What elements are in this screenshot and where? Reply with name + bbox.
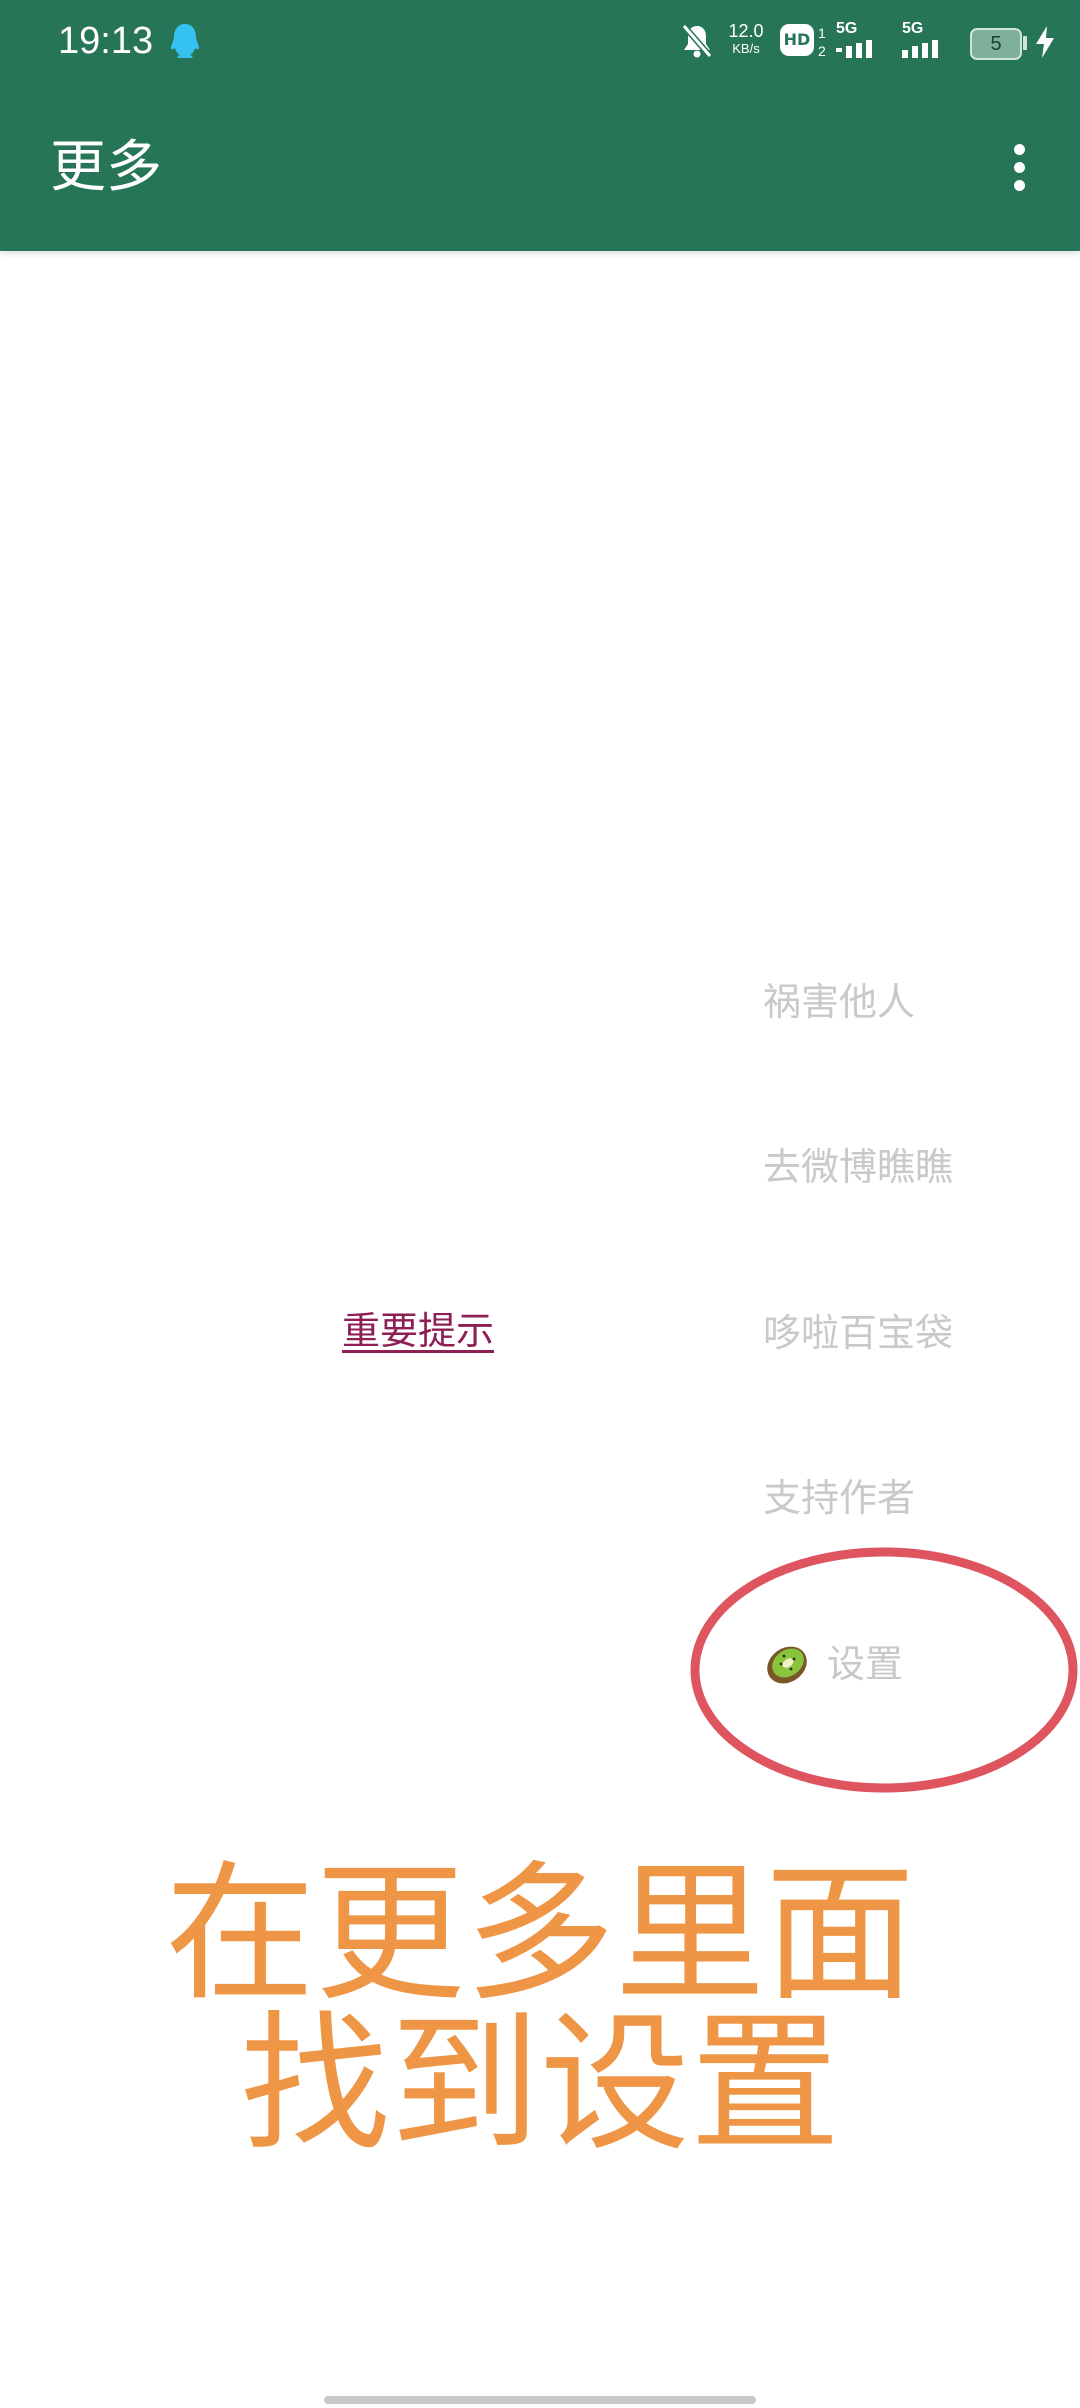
signal-bars-icon [902,40,938,58]
hd-icon: HD [780,24,814,56]
status-icons: 12.0 KB/s HD 1 2 5G 5G 5 [640,0,1080,84]
signal-bars-icon [836,40,872,58]
status-time: 19:13 [58,20,154,62]
menu-item-weibo[interactable]: 去微博瞧瞧 [763,1139,953,1195]
sim2-network-type: 5G [902,20,924,37]
battery-level: 5 [990,33,1002,55]
sim-slot-numbers-icon: 1 2 [818,25,826,58]
charging-bolt-icon [1036,26,1054,58]
menu-item-support-author[interactable]: 支持作者 [763,1470,915,1526]
annotation-caption-line1: 在更多里面 [164,1848,915,2022]
net-speed: 12.0 KB/s [720,22,772,57]
more-options-icon[interactable] [984,132,1054,202]
net-speed-unit: KB/s [732,41,760,56]
qq-notification-icon [171,24,199,58]
menu-item-doraemon-pocket[interactable]: 哆啦百宝袋 [763,1305,953,1361]
battery-icon: 5 [970,28,1022,60]
sim1-network-type: 5G [836,20,858,37]
svg-text:2: 2 [818,43,826,58]
annotation-caption-line2: 找到设置 [239,1998,840,2172]
page-title: 更多 [50,135,162,200]
annotation-ring [690,1547,1078,1793]
gesture-home-bar[interactable] [324,2396,756,2404]
bell-muted-icon [681,24,713,58]
net-speed-value: 12.0 [728,21,764,41]
svg-text:1: 1 [818,25,826,41]
menu-item-harm-others[interactable]: 祸害他人 [763,974,915,1030]
important-notice-link[interactable]: 重要提示 [342,1303,494,1359]
app-bar: 19:13 12.0 KB/s HD 1 2 5G 5G 5 更多 [0,0,1080,251]
battery-tip [1023,36,1027,50]
